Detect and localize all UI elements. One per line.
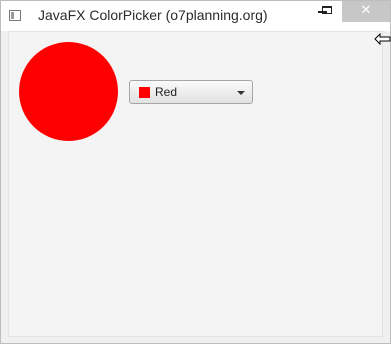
maximize-button[interactable] xyxy=(313,1,341,22)
maximize-icon xyxy=(322,6,332,14)
color-swatch xyxy=(139,87,150,98)
close-button[interactable]: ✕ xyxy=(342,1,390,22)
app-window-icon[interactable] xyxy=(9,10,21,21)
title-bar[interactable]: JavaFX ColorPicker (o7planning.org) ✕ xyxy=(1,1,390,31)
app-window: JavaFX ColorPicker (o7planning.org) ✕ Re… xyxy=(0,0,391,344)
color-picker[interactable]: Red xyxy=(129,80,253,104)
close-icon: ✕ xyxy=(360,3,372,18)
color-picker-label: Red xyxy=(155,85,178,99)
resize-cursor-icon xyxy=(374,32,391,46)
window-title: JavaFX ColorPicker (o7planning.org) xyxy=(38,7,268,23)
colored-circle xyxy=(19,42,118,141)
content-pane: Red xyxy=(8,31,383,337)
chevron-down-icon[interactable] xyxy=(237,91,245,95)
